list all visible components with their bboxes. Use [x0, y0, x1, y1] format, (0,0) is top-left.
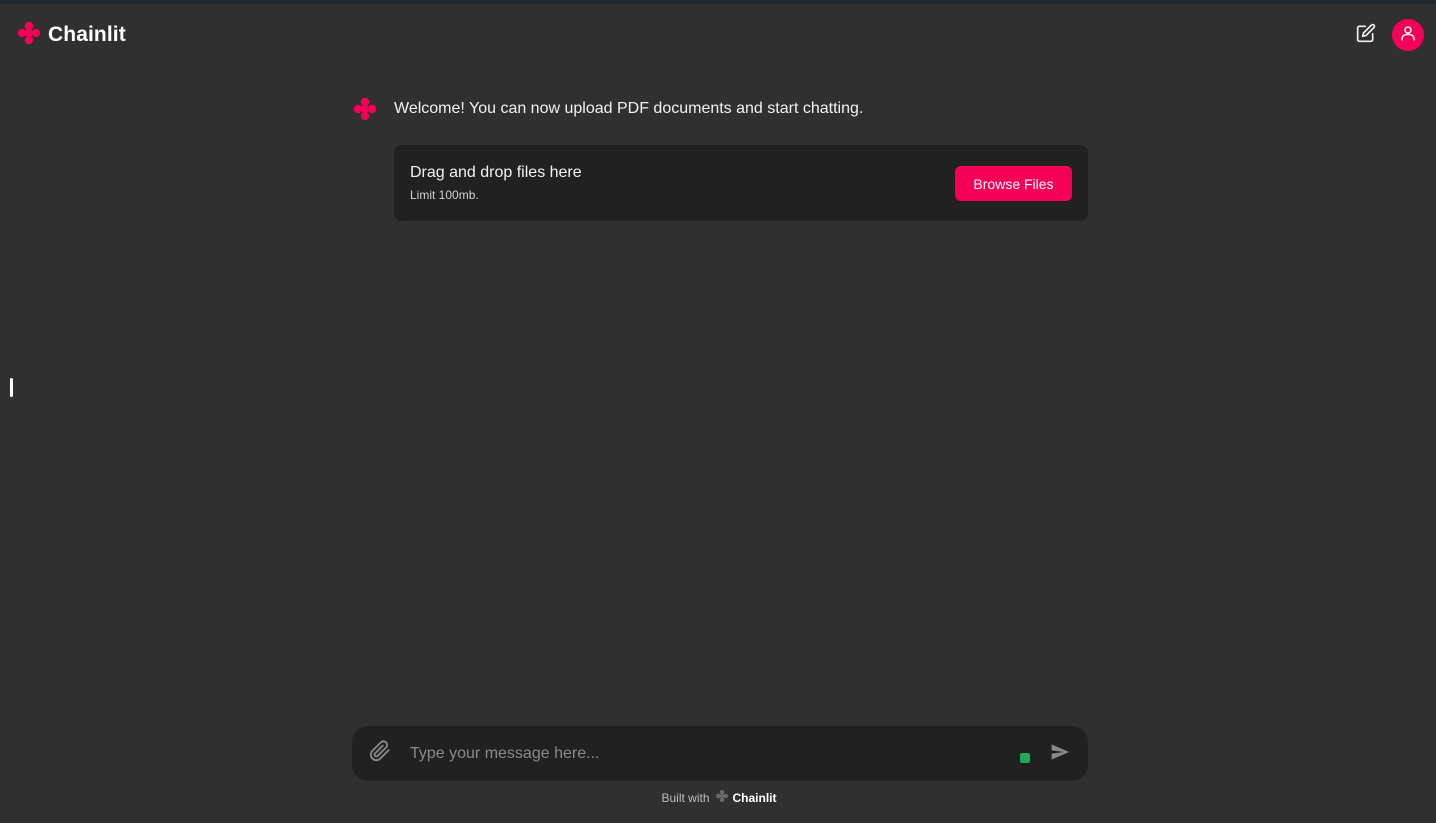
footer-brand-link[interactable]: Chainlit	[715, 789, 777, 806]
paperclip-icon	[369, 739, 391, 767]
connection-status-indicator	[1020, 753, 1030, 763]
message-composer	[352, 726, 1088, 781]
sidebar-toggle-handle[interactable]	[10, 378, 13, 397]
chainlit-logo-icon	[715, 789, 729, 806]
dropzone-title: Drag and drop files here	[410, 164, 582, 181]
new-chat-button[interactable]	[1354, 23, 1378, 47]
footer-brand-text: Chainlit	[732, 790, 777, 805]
app-logo: Chainlit	[16, 21, 126, 49]
attach-file-button[interactable]	[368, 739, 392, 767]
app-header: Chainlit	[0, 4, 1436, 66]
edit-icon	[1356, 23, 1376, 48]
user-avatar-button[interactable]	[1392, 19, 1424, 51]
user-icon	[1399, 24, 1417, 47]
send-message-button[interactable]	[1048, 742, 1072, 766]
message-input[interactable]	[408, 739, 1002, 769]
footer-built-with: Built with	[661, 790, 710, 805]
chainlit-logo-icon	[16, 20, 42, 51]
send-icon	[1050, 742, 1070, 767]
browse-files-button[interactable]: Browse Files	[955, 166, 1072, 201]
logo-text: Chainlit	[48, 23, 126, 46]
dropzone-limit: Limit 100mb.	[410, 188, 479, 202]
chainlit-logo-icon	[352, 96, 378, 122]
footer: Built with Chainlit	[0, 789, 1436, 806]
file-upload-dropzone[interactable]: Drag and drop files here Limit 100mb. Br…	[394, 145, 1088, 221]
message-text: Welcome! You can now upload PDF document…	[394, 100, 864, 117]
